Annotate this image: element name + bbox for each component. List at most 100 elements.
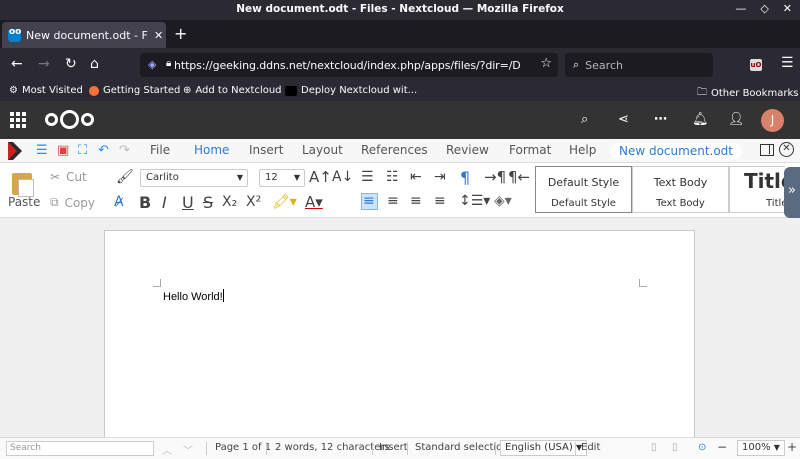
insert-mode[interactable]: Insert (379, 442, 408, 453)
zoom-select[interactable]: 100% ▼ (737, 440, 785, 456)
style-title[interactable]: Title Title (729, 166, 785, 213)
zoom-reset-icon[interactable]: ⊙ (698, 442, 706, 453)
share-icon[interactable]: ⋖ (618, 112, 629, 127)
align-center-icon[interactable]: ≡ (387, 193, 399, 209)
search-bar[interactable]: ⌕ Search (565, 53, 713, 77)
nextcloud-logo[interactable] (45, 110, 94, 129)
ublock-extension-icon[interactable]: uO (750, 59, 762, 71)
grow-font-icon[interactable]: A↑ (309, 168, 332, 186)
subscript-icon[interactable]: X₂ (222, 194, 237, 210)
line-spacing-icon[interactable]: ↕☰▾ (459, 193, 490, 209)
ltr-paragraph-icon[interactable]: →¶ (484, 168, 506, 186)
bookmark-most-visited[interactable]: ⚙ Most Visited (9, 85, 83, 96)
search-up-chevron-icon[interactable]: ︿ (162, 442, 172, 457)
expand-sidebar-chevron-icon[interactable]: » (784, 167, 800, 218)
zoom-out-icon[interactable]: − (717, 440, 727, 454)
sidebar-toggle-icon[interactable] (760, 144, 774, 156)
close-window-icon[interactable]: ✕ (783, 2, 792, 15)
hamburger-menu-icon[interactable]: ☰ (781, 55, 794, 71)
browser-tab-active[interactable]: New document.odt - Files - N ✕ (2, 22, 166, 48)
new-tab-icon[interactable]: + (174, 24, 187, 43)
bold-icon[interactable]: B (139, 193, 151, 212)
document-name-field[interactable]: New document.odt (610, 143, 742, 160)
redo-icon[interactable]: ↷ (119, 143, 130, 158)
maximize-icon[interactable]: ◇ (760, 2, 768, 15)
user-avatar[interactable]: J (761, 109, 784, 132)
hamburger-menu-icon[interactable]: ☰ (36, 143, 48, 158)
other-bookmarks[interactable]: 🗀 Other Bookmarks (697, 85, 798, 102)
edit-mode[interactable]: Edit (581, 442, 600, 453)
bookmark-getting-started[interactable]: Getting Started (89, 85, 180, 96)
search-icon[interactable]: ⌕ (581, 112, 588, 127)
rtl-paragraph-icon[interactable]: ¶← (508, 168, 530, 186)
clone-formatting-brush-icon[interactable]: 🖌︎ (116, 169, 134, 185)
app-menu-grid-icon[interactable] (10, 112, 26, 128)
fullscreen-icon[interactable]: ⛶ (78, 143, 87, 158)
bookmark-deploy-nextcloud[interactable]: Deploy Nextcloud wit... (285, 85, 417, 96)
tracking-shield-icon[interactable]: ◈ (148, 58, 156, 71)
contacts-icon[interactable]: 👤︎ (728, 112, 745, 127)
justify-icon[interactable]: ≡ (434, 193, 446, 209)
address-bar[interactable]: ◈ 🔒︎ https://geeking.ddns.net/nextcloud/… (140, 53, 558, 77)
menu-tab-help[interactable]: Help (569, 143, 596, 157)
menu-tab-insert[interactable]: Insert (249, 143, 283, 157)
decrease-indent-icon[interactable]: ⇤ (410, 169, 422, 185)
reload-icon[interactable]: ↻ (65, 56, 77, 72)
font-size-select[interactable]: 12 ▼ (259, 169, 305, 187)
copy-button[interactable]: ⧉ Copy (50, 195, 95, 210)
align-right-icon[interactable]: ≡ (410, 193, 422, 209)
zoom-in-icon[interactable]: + (787, 440, 797, 454)
underline-icon[interactable]: U (182, 193, 194, 212)
margin-corner-mark (639, 279, 647, 287)
window-controls: — ◇ ✕ (735, 2, 792, 15)
scissors-icon: ✂ (50, 170, 61, 184)
notifications-bell-icon[interactable]: 🔔︎ (692, 112, 709, 127)
home-icon[interactable]: ⌂ (90, 56, 99, 72)
style-text-body[interactable]: Text Body Text Body (632, 166, 729, 213)
font-color-icon[interactable]: A▾ (305, 193, 323, 211)
bookmark-star-icon[interactable]: ☆ (540, 56, 552, 71)
close-document-icon[interactable]: ✕ (779, 142, 794, 157)
status-search-input[interactable]: Search (6, 441, 154, 456)
document-text[interactable]: Hello World! (163, 289, 224, 303)
search-down-chevron-icon[interactable]: ﹀ (183, 442, 193, 457)
paragraph-background-icon[interactable]: ◈▾ (494, 193, 512, 209)
increase-indent-icon[interactable]: ⇥ (434, 169, 446, 185)
formatting-marks-icon[interactable]: ¶ (460, 168, 470, 187)
minimize-icon[interactable]: — (735, 2, 746, 15)
bookmark-add-to-nextcloud[interactable]: ⊕ Add to Nextcloud (183, 85, 282, 96)
font-name-select[interactable]: Carlito ▼ (140, 169, 248, 187)
strikethrough-icon[interactable]: S (203, 193, 213, 212)
folder-icon: 🗀 (697, 87, 707, 98)
undo-icon[interactable]: ↶ (98, 143, 109, 158)
shrink-font-icon[interactable]: A↓ (332, 169, 353, 185)
bullet-list-icon[interactable]: ☰ (361, 169, 374, 185)
more-options-icon[interactable]: ⋯ (654, 112, 667, 127)
clear-formatting-icon[interactable]: A̷ (114, 194, 124, 210)
collabora-logo-icon[interactable] (4, 140, 26, 162)
lock-icon[interactable]: 🔒︎ (166, 58, 171, 69)
multi-page-view-icon[interactable]: ▯ (672, 442, 678, 453)
italic-icon[interactable]: I (162, 193, 167, 212)
style-default[interactable]: Default Style Default Style (535, 166, 632, 213)
highlight-color-icon[interactable]: 🖍︎▾ (272, 194, 297, 210)
menu-tab-layout[interactable]: Layout (302, 143, 343, 157)
close-tab-icon[interactable]: ✕ (154, 29, 163, 42)
menu-tab-file[interactable]: File (150, 143, 170, 157)
numbered-list-icon[interactable]: ☷ (386, 169, 399, 185)
menu-tab-format[interactable]: Format (509, 143, 551, 157)
menu-tab-review[interactable]: Review (446, 143, 489, 157)
forward-arrow-icon[interactable]: → (38, 56, 50, 72)
clipboard-icon[interactable] (12, 173, 34, 197)
url-text[interactable]: https://geeking.ddns.net/nextcloud/index… (174, 59, 520, 72)
cut-button[interactable]: ✂ Cut (50, 170, 87, 184)
save-icon[interactable]: ▣ (57, 143, 69, 158)
back-arrow-icon[interactable]: ← (11, 56, 23, 72)
menu-tab-references[interactable]: References (361, 143, 428, 157)
align-left-icon[interactable]: ≡ (363, 193, 375, 209)
single-page-view-icon[interactable]: ▯ (651, 442, 657, 453)
paste-button[interactable]: Paste (8, 195, 40, 209)
superscript-icon[interactable]: X² (246, 194, 261, 210)
menu-tab-home[interactable]: Home (194, 143, 229, 157)
document-page[interactable]: Hello World! (104, 230, 695, 440)
